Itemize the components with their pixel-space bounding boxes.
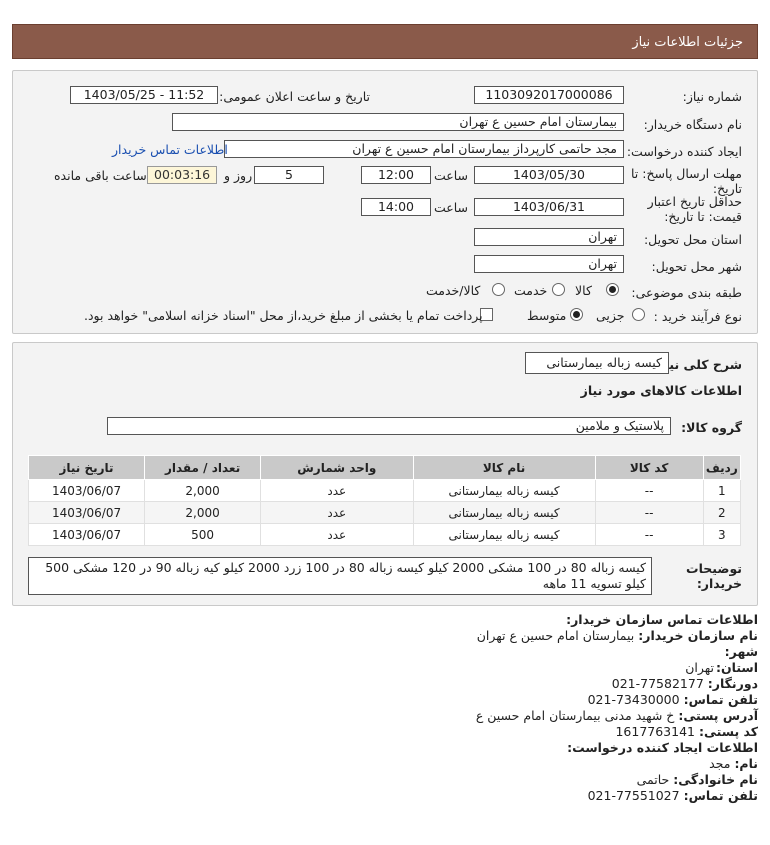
contact-city-value: تهران [685, 660, 714, 675]
row-date: 1403/06/07 [27, 523, 146, 546]
remaining-timer: 00:03:16 [147, 166, 217, 184]
page-title-text: جزئیات اطلاعات نیاز [632, 35, 743, 50]
city-label: شهر محل تحویل: [651, 259, 742, 274]
need-number-label: شماره نیاز: [682, 89, 742, 104]
process-label: نوع فرآیند خرید : [653, 309, 742, 324]
col-row: ردیف [702, 455, 742, 480]
validity-time-field: 14:00 [361, 198, 431, 216]
description-label-1: توضیحات [686, 561, 742, 576]
category-option-goods: کالا [575, 283, 592, 298]
goods-table: ردیف کد کالا نام کالا واحد شمارش تعداد /… [27, 455, 742, 546]
creator-name: نام: مجد [709, 756, 758, 771]
validity-date-field: 1403/06/31 [474, 198, 624, 216]
category-option-service: خدمت [514, 283, 548, 298]
col-date: تاریخ نیاز [27, 455, 146, 480]
contact-postal: کد پستی: 1617763141 [615, 724, 758, 739]
row-index: 2 [702, 501, 742, 524]
creator-title: اطلاعات ایجاد کننده درخواست: [567, 740, 758, 755]
row-qty: 2,000 [144, 501, 262, 524]
contact-fax: دورنگار: 77582177-021 [611, 676, 758, 691]
row-code: -- [594, 501, 704, 524]
days-label: روز و [224, 168, 253, 183]
buyer-label: نام دستگاه خریدار: [643, 117, 742, 132]
contact-city: شهر: [724, 644, 758, 659]
process-option-medium: متوسط [527, 308, 567, 323]
contact-title: اطلاعات تماس سازمان خریدار: [566, 612, 758, 627]
col-unit: واحد شمارش [260, 455, 414, 480]
row-unit: عدد [260, 501, 414, 524]
table-row: 3 -- کیسه زباله بیمارستانی عدد 500 1403/… [27, 523, 742, 546]
contact-province: استان: [715, 660, 758, 675]
announce-field: 1403/05/25 - 11:52 [70, 86, 218, 104]
province-label: استان محل تحویل: [643, 232, 742, 247]
row-code: -- [594, 523, 704, 546]
row-date: 1403/06/07 [27, 501, 146, 524]
deadline-time-label: ساعت [434, 168, 469, 183]
summary-field: کیسه زباله بیمارستانی [525, 352, 669, 374]
row-date: 1403/06/07 [27, 479, 146, 502]
col-code: کد کالا [594, 455, 704, 480]
row-name: کیسه زباله بیمارستانی [412, 501, 596, 524]
remaining-label: ساعت باقی مانده [54, 168, 147, 183]
category-label: طبقه بندی موضوعی: [631, 285, 742, 300]
payment-note: پرداخت تمام یا بخشی از مبلغ خرید،از محل … [84, 308, 483, 323]
row-unit: عدد [260, 523, 414, 546]
validity-label-1: حداقل تاریخ اعتبار [647, 194, 742, 209]
contact-org: نام سازمان خریدار: بیمارستان امام حسین ع… [476, 628, 758, 643]
table-row: 1 -- کیسه زباله بیمارستانی عدد 2,000 140… [27, 479, 742, 502]
deadline-label-1: مهلت ارسال پاسخ: تا [631, 166, 742, 181]
goods-section-title: اطلاعات کالاهای مورد نیاز [580, 383, 742, 398]
row-qty: 500 [144, 523, 262, 546]
need-number-field: 1103092017000086 [474, 86, 624, 104]
row-index: 1 [702, 479, 742, 502]
page-title: جزئیات اطلاعات نیاز [12, 24, 758, 59]
row-unit: عدد [260, 479, 414, 502]
row-name: کیسه زباله بیمارستانی [412, 523, 596, 546]
buyer-contact-link[interactable]: اطلاعات تماس خریدار [112, 142, 228, 157]
goods-group-label: گروه کالا: [681, 420, 742, 435]
city-field: تهران [474, 255, 624, 273]
table-row: 2 -- کیسه زباله بیمارستانی عدد 2,000 140… [27, 501, 742, 524]
category-radio-service[interactable] [552, 283, 565, 296]
row-index: 3 [702, 523, 742, 546]
deadline-time-field: 12:00 [361, 166, 431, 184]
description-label-2: خریدار: [696, 576, 742, 591]
description-field: کیسه زباله 80 در 100 مشکی 2000 کیلو کیسه… [28, 557, 652, 595]
process-option-minor: جزیی [596, 308, 625, 323]
contact-address: آدرس پستی: خ شهید مدنی بیمارستان امام حس… [475, 708, 758, 723]
goods-group-field: پلاستیک و ملامین [107, 417, 671, 435]
category-option-both: کالا/خدمت [426, 283, 481, 298]
days-field: 5 [254, 166, 324, 184]
row-name: کیسه زباله بیمارستانی [412, 479, 596, 502]
process-radio-medium[interactable] [570, 308, 583, 321]
deadline-date-field: 1403/05/30 [474, 166, 624, 184]
col-name: نام کالا [412, 455, 596, 480]
row-qty: 2,000 [144, 479, 262, 502]
row-code: -- [594, 479, 704, 502]
col-qty: تعداد / مقدار [144, 455, 262, 480]
buyer-field: بیمارستان امام حسین ع تهران [172, 113, 624, 131]
category-radio-goods[interactable] [606, 283, 619, 296]
creator-phone: تلفن تماس: 77551027-021 [587, 788, 758, 803]
province-field: تهران [474, 228, 624, 246]
category-radio-both[interactable] [492, 283, 505, 296]
validity-label-2: قیمت: تا تاریخ: [664, 209, 742, 224]
goods-table-header: ردیف کد کالا نام کالا واحد شمارش تعداد /… [27, 455, 742, 480]
contact-phone: تلفن تماس: 73430000-021 [587, 692, 758, 707]
process-radio-minor[interactable] [632, 308, 645, 321]
requester-label: ایجاد کننده درخواست: [626, 144, 742, 159]
validity-time-label: ساعت [434, 200, 469, 215]
requester-field: مجد حاتمی کارپرداز بیمارستان امام حسین ع… [224, 140, 624, 158]
creator-family: نام خانوادگی: حاتمی [636, 772, 758, 787]
announce-label: تاریخ و ساعت اعلان عمومی: [219, 89, 370, 104]
